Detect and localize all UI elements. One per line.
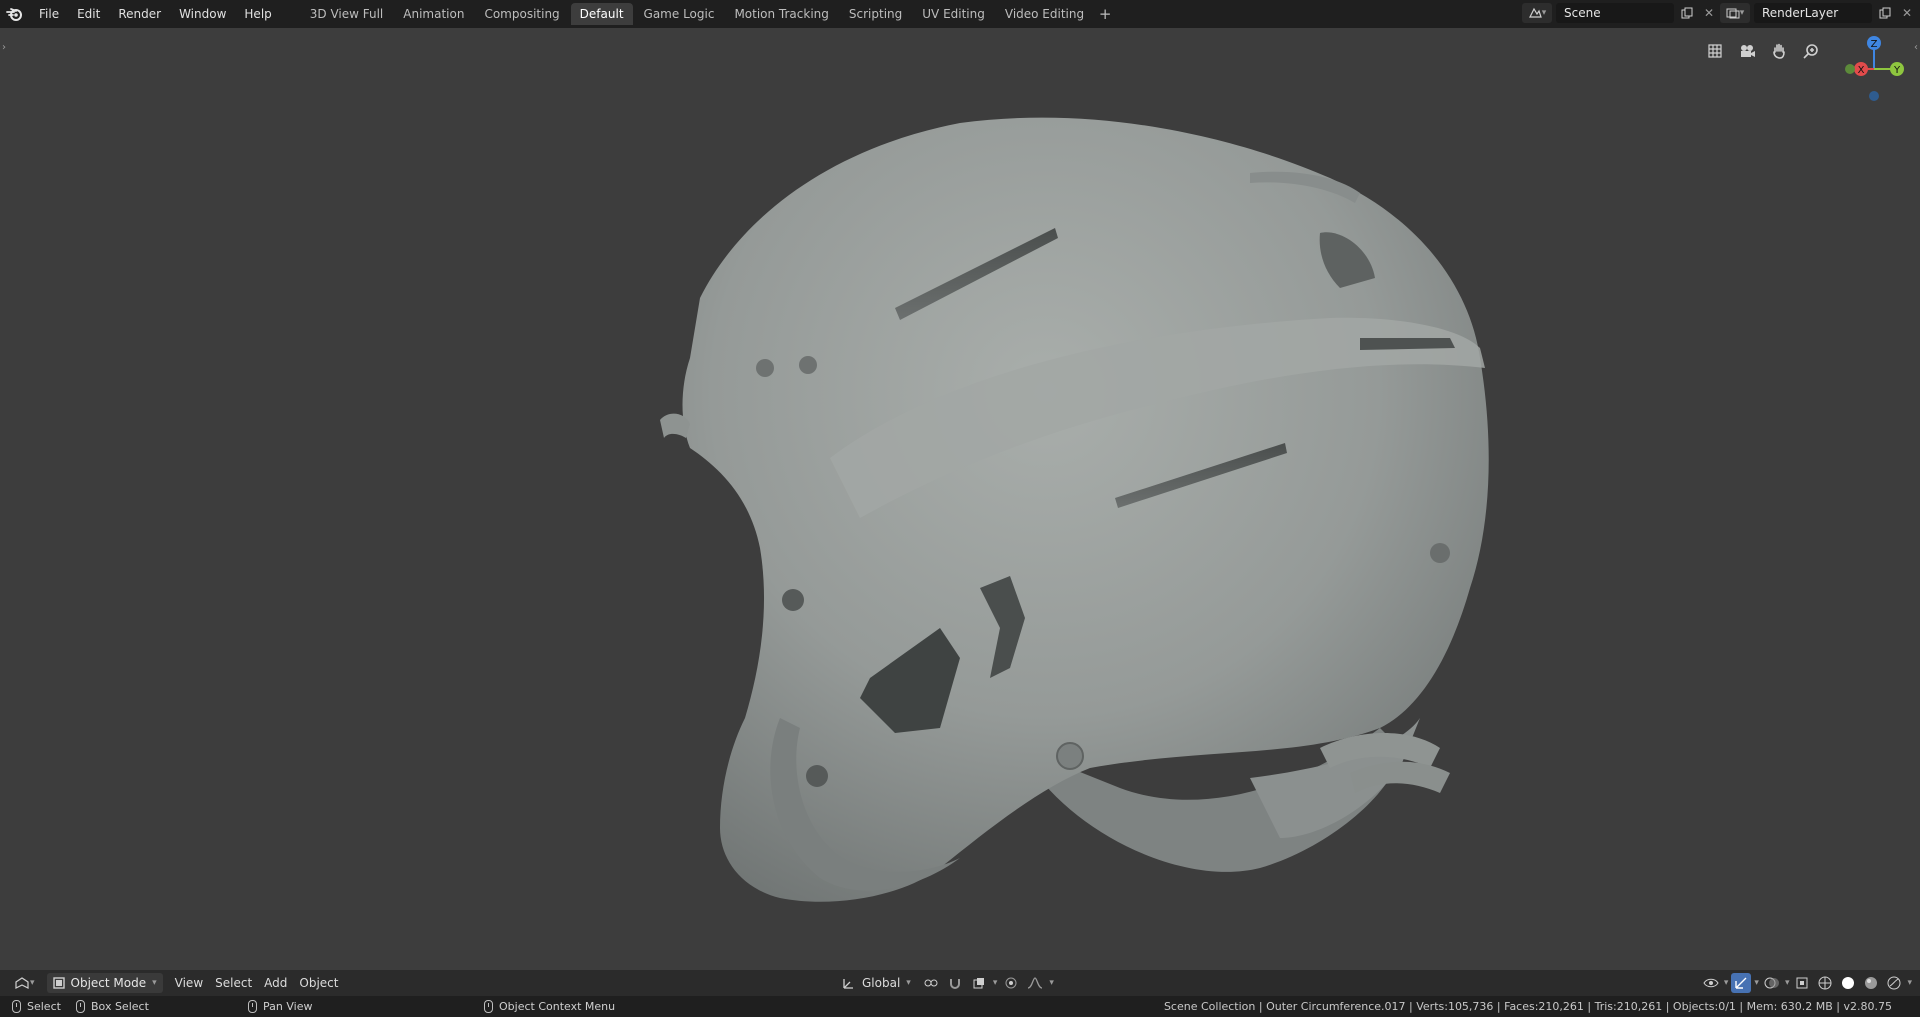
scene-selector: ▾ Scene ✕ [1522, 3, 1718, 23]
delete-scene-icon[interactable]: ✕ [1700, 3, 1718, 23]
menu-edit[interactable]: Edit [68, 3, 109, 25]
mouse-drag-icon [76, 1000, 85, 1013]
tab-animation[interactable]: Animation [394, 3, 473, 25]
object-mode-icon [52, 977, 65, 989]
gizmo-z-label: Z [1871, 39, 1878, 50]
3d-viewport-icon [15, 977, 29, 989]
status-context-menu-label: Object Context Menu [499, 1000, 616, 1013]
navigation-tools [1702, 38, 1824, 64]
render-layer-icon [1726, 8, 1740, 19]
status-bar: Select Box Select Pan View Object Contex… [0, 996, 1920, 1017]
tab-compositing[interactable]: Compositing [475, 3, 568, 25]
rendered-shading-icon[interactable] [1884, 973, 1904, 993]
menu-select[interactable]: Select [209, 973, 258, 993]
3d-viewport[interactable]: › ‹ Z Y X [0, 28, 1920, 978]
menu-help[interactable]: Help [235, 3, 280, 25]
scene-name-field[interactable]: Scene [1556, 3, 1674, 23]
mode-dropdown[interactable]: Object Mode ▾ [46, 973, 163, 993]
gizmo-y-label: Y [1893, 65, 1901, 76]
scene-browse-button[interactable]: ▾ [1522, 3, 1552, 23]
status-box-select: Box Select [76, 1000, 149, 1013]
mode-label: Object Mode [70, 976, 147, 990]
add-workspace-button[interactable]: + [1095, 5, 1115, 23]
tab-default[interactable]: Default [570, 3, 633, 25]
menu-add[interactable]: Add [258, 973, 293, 993]
viewport-display-tools: ▾ ▾ ▾ ▾ [1701, 973, 1912, 993]
mouse-middle-icon [248, 1000, 257, 1013]
menu-file[interactable]: File [30, 3, 68, 25]
menu-window[interactable]: Window [170, 3, 235, 25]
wireframe-shading-icon[interactable] [1815, 973, 1835, 993]
mouse-right-icon [484, 1000, 493, 1013]
status-select: Select [12, 1000, 61, 1013]
orientation-icon [843, 979, 853, 989]
editor-type-button[interactable]: ▾ [8, 973, 41, 993]
navigation-gizmo[interactable]: Z Y X [1834, 34, 1906, 118]
render-layer-browse-button[interactable]: ▾ [1720, 3, 1750, 23]
render-layer-name-field[interactable]: RenderLayer [1754, 3, 1872, 23]
orientation-dropdown[interactable]: Global ▾ [836, 973, 917, 993]
hand-icon[interactable] [1766, 38, 1792, 64]
status-pan-view: Pan View [248, 1000, 312, 1013]
grid-icon[interactable] [1702, 38, 1728, 64]
zoom-icon[interactable] [1798, 38, 1824, 64]
visibility-icon[interactable] [1701, 973, 1721, 993]
gizmos-toggle-icon[interactable] [1731, 973, 1752, 993]
tab-uv-editing[interactable]: UV Editing [913, 3, 994, 25]
new-render-layer-icon[interactable] [1876, 3, 1894, 23]
viewport-header: ▾ Object Mode ▾ View Select Add Object G… [0, 970, 1920, 996]
status-select-label: Select [27, 1000, 61, 1013]
tab-motion-tracking[interactable]: Motion Tracking [725, 3, 837, 25]
overlays-toggle-icon[interactable] [1762, 973, 1782, 993]
xray-toggle-icon[interactable] [1792, 973, 1812, 993]
orientation-label: Global [862, 976, 901, 990]
menu-render[interactable]: Render [109, 3, 170, 25]
mouse-left-icon [12, 1000, 21, 1013]
status-box-select-label: Box Select [91, 1000, 149, 1013]
proportional-edit-icon[interactable] [1001, 973, 1021, 993]
scene-icon [1528, 7, 1542, 18]
render-layer-selector: ▾ RenderLayer ✕ [1720, 3, 1916, 23]
snap-toggle-icon[interactable] [945, 973, 965, 993]
menu-view[interactable]: View [169, 973, 209, 993]
delete-render-layer-icon[interactable]: ✕ [1898, 3, 1916, 23]
helmet-model[interactable] [0, 28, 1920, 978]
menu-object[interactable]: Object [293, 973, 344, 993]
top-bar: File Edit Render Window Help 3D View Ful… [0, 0, 1920, 28]
scene-statistics: Scene Collection | Outer Circumference.0… [1163, 1000, 1892, 1013]
tab-game-logic[interactable]: Game Logic [635, 3, 724, 25]
status-context-menu: Object Context Menu [484, 1000, 615, 1013]
gizmo-x-label: X [1858, 65, 1865, 76]
tab-scripting[interactable]: Scripting [840, 3, 911, 25]
falloff-curve-icon[interactable] [1025, 973, 1045, 993]
tab-3d-view-full[interactable]: 3D View Full [301, 3, 393, 25]
new-scene-icon[interactable] [1678, 3, 1696, 23]
blender-logo-icon[interactable] [0, 0, 30, 28]
camera-icon[interactable] [1734, 38, 1760, 64]
pivot-point-icon[interactable] [921, 973, 941, 993]
solid-shading-icon[interactable] [1838, 973, 1858, 993]
snap-target-icon[interactable] [969, 973, 989, 993]
transform-tools: Global ▾ ▾ ▾ [836, 973, 1054, 993]
status-pan-view-label: Pan View [263, 1000, 313, 1013]
material-shading-icon[interactable] [1861, 973, 1881, 993]
tab-video-editing[interactable]: Video Editing [996, 3, 1093, 25]
